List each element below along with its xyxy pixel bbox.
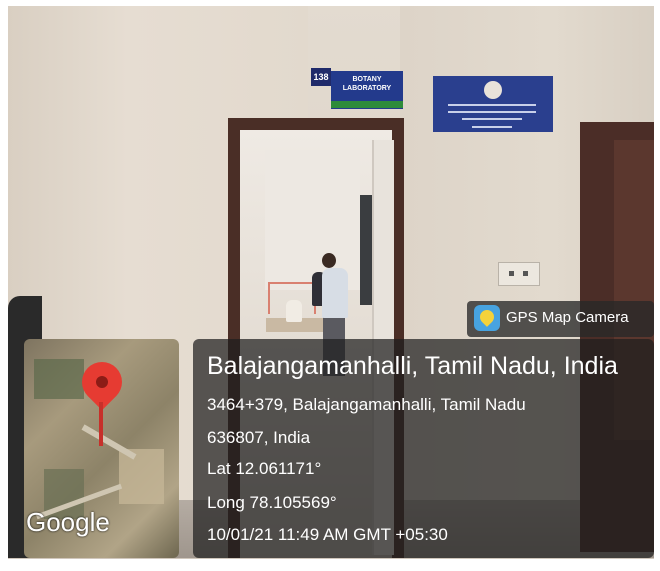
map-road — [81, 424, 137, 460]
frame-right — [654, 0, 660, 571]
map-pin-center — [96, 376, 108, 388]
room-plate-stripe — [331, 101, 403, 108]
person-head — [322, 253, 336, 268]
frame-top — [0, 0, 660, 6]
map-pin-stem — [99, 402, 103, 446]
quote-text-line — [448, 111, 536, 113]
app-name: GPS Map Camera — [506, 309, 629, 326]
portrait-icon — [484, 81, 502, 99]
longitude: Long 78.105569° — [207, 493, 337, 512]
switch-dot — [523, 271, 528, 276]
frame-left — [0, 0, 8, 571]
location-title: Balajangamanhalli, Tamil Nadu, India — [207, 352, 618, 380]
person-standing — [322, 268, 348, 318]
chair — [286, 300, 302, 322]
quote-text-line — [448, 104, 536, 106]
frame-bottom — [0, 559, 660, 571]
latitude: Lat 12.061171° — [207, 459, 322, 478]
google-logo: Google — [26, 507, 110, 537]
address-line-2: 636807, India — [207, 428, 311, 447]
quote-text-line — [472, 126, 512, 128]
interior-wall — [265, 150, 360, 290]
quote-text-line — [462, 118, 522, 120]
map-field — [119, 449, 164, 504]
map-vegetation — [34, 359, 84, 399]
switch-board — [498, 262, 540, 286]
timestamp: 10/01/21 11:49 AM GMT +05:30 — [207, 525, 448, 544]
switch-dot — [509, 271, 514, 276]
address-line-1: 3464+379, Balajangamanhalli, Tamil Nadu — [207, 395, 526, 414]
room-number-plate: 138 — [311, 68, 331, 86]
room-name-text: BOTANY LABORATORY — [342, 76, 392, 92]
